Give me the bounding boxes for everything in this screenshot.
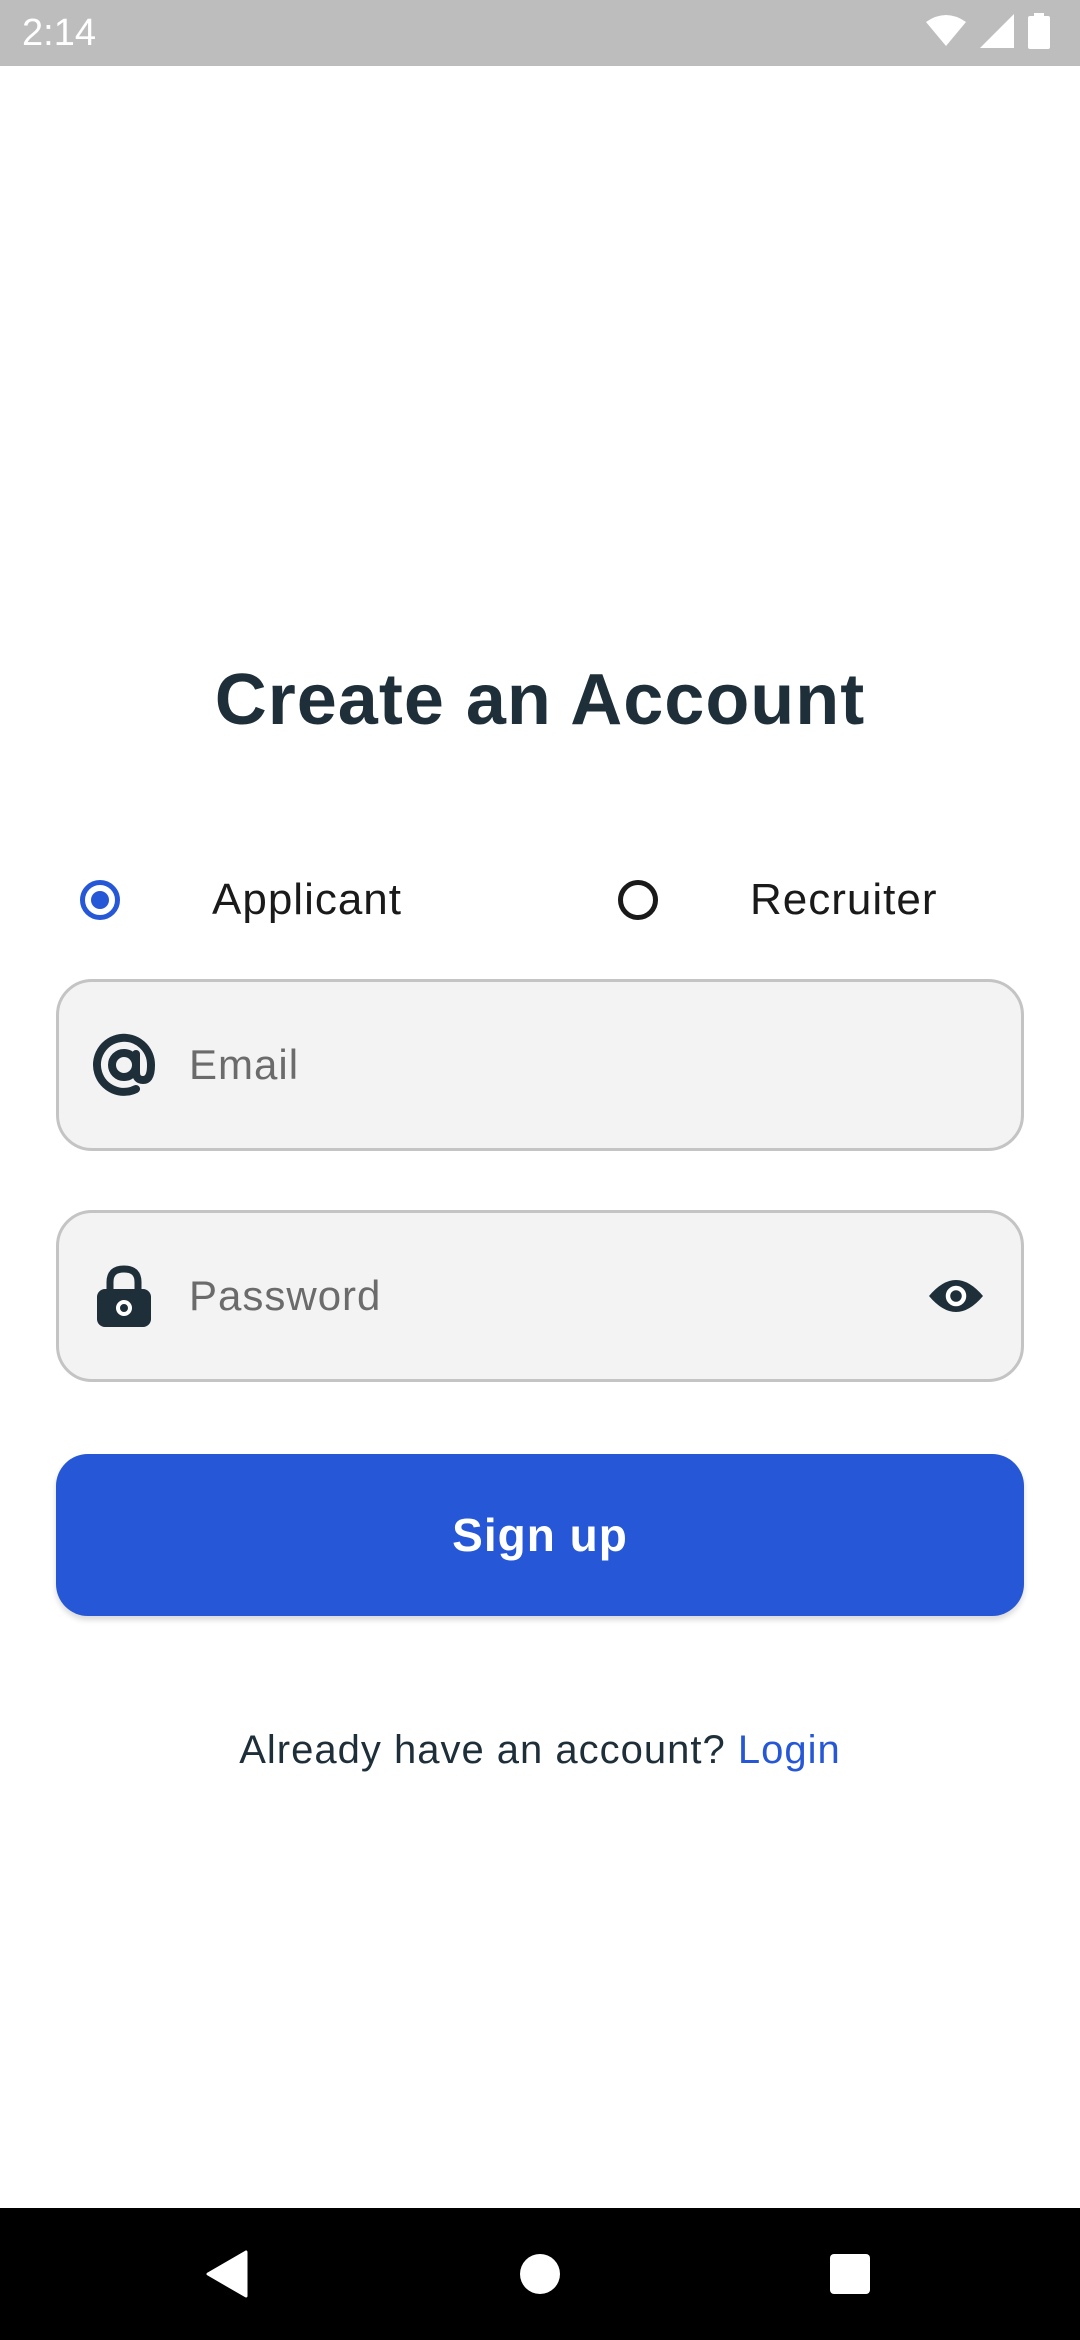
radio-unselected-icon[interactable]	[618, 880, 658, 920]
battery-icon	[1028, 12, 1050, 54]
radio-applicant[interactable]: Applicant	[80, 860, 402, 940]
login-prompt-text: Already have an account?	[239, 1728, 726, 1772]
status-time: 2:14	[22, 12, 96, 54]
navigation-bar	[0, 2208, 1080, 2340]
status-icons	[926, 12, 1050, 54]
eye-icon[interactable]	[921, 1261, 991, 1331]
recents-icon[interactable]	[820, 2244, 880, 2304]
signup-button[interactable]: Sign up	[56, 1454, 1024, 1616]
email-input[interactable]	[187, 1024, 911, 1106]
back-icon[interactable]	[196, 2244, 256, 2304]
home-icon[interactable]	[510, 2244, 570, 2304]
signup-screen: 2:14 Create an Account Applicant Recruit…	[0, 0, 1080, 2340]
status-bar: 2:14	[0, 0, 1080, 66]
login-link[interactable]: Login	[738, 1728, 841, 1772]
page-title: Create an Account	[214, 660, 866, 740]
radio-applicant-label: Applicant	[212, 875, 403, 924]
radio-recruiter-label: Recruiter	[750, 875, 938, 924]
radio-recruiter[interactable]: Recruiter	[618, 860, 938, 940]
password-input[interactable]	[187, 1255, 911, 1337]
at-sign-icon	[89, 1030, 159, 1100]
lock-icon	[89, 1261, 159, 1331]
radio-selected-icon[interactable]	[80, 880, 120, 920]
login-prompt: Already have an account? Login	[0, 1720, 1080, 1780]
email-field[interactable]	[56, 979, 1024, 1151]
signal-icon	[980, 13, 1014, 53]
password-field[interactable]	[56, 1210, 1024, 1382]
wifi-icon	[926, 14, 966, 53]
